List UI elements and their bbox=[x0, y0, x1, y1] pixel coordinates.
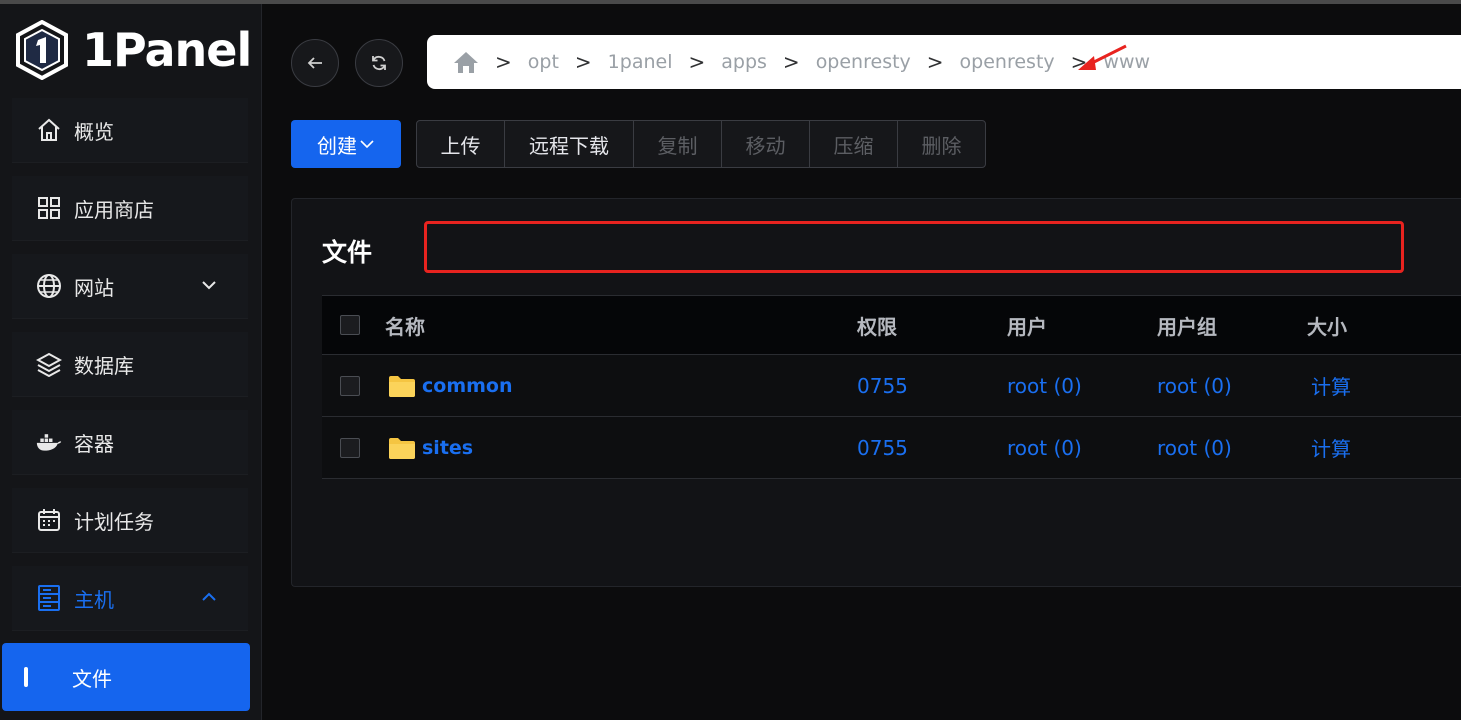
calc-size-link[interactable]: 计算 bbox=[1311, 417, 1351, 478]
col-group-header: 用户组 bbox=[1157, 314, 1217, 339]
folder-icon bbox=[389, 437, 415, 459]
file-name-link[interactable]: common bbox=[422, 375, 513, 397]
create-dropdown-button[interactable]: 创建 bbox=[291, 120, 401, 168]
group-link[interactable]: root (0) bbox=[1157, 417, 1232, 478]
refresh-icon bbox=[372, 55, 386, 71]
breadcrumb-item[interactable]: opt bbox=[528, 51, 559, 73]
breadcrumb-separator: > bbox=[926, 50, 944, 74]
compress-button[interactable]: 压缩 bbox=[810, 121, 898, 167]
sidebar-item-container[interactable]: 容器 bbox=[12, 410, 248, 475]
file-action-group: 上传 远程下载 复制 移动 压缩 删除 bbox=[416, 120, 986, 168]
file-list-card: 文件 名称 权限 用户 用户组 大小 common 0755 root (0) … bbox=[291, 198, 1461, 587]
select-all-cell bbox=[340, 296, 360, 354]
copy-button[interactable]: 复制 bbox=[634, 121, 722, 167]
select-all-checkbox[interactable] bbox=[340, 315, 360, 335]
table-header: 名称 权限 用户 用户组 大小 bbox=[322, 295, 1461, 355]
breadcrumb-separator: > bbox=[495, 50, 512, 74]
chevron-up-icon bbox=[202, 592, 216, 601]
col-size-header: 大小 bbox=[1307, 314, 1347, 339]
1panel-logo-icon bbox=[16, 20, 68, 80]
sidebar-item-label: 计划任务 bbox=[74, 509, 154, 534]
user-link[interactable]: root (0) bbox=[1007, 355, 1082, 416]
breadcrumb-item[interactable]: 1panel bbox=[608, 51, 673, 73]
breadcrumb-separator: > bbox=[782, 50, 800, 74]
row-checkbox[interactable] bbox=[340, 437, 360, 458]
col-perm-header: 权限 bbox=[857, 314, 897, 339]
sidebar-item-cron[interactable]: 计划任务 bbox=[12, 488, 248, 553]
row-select-cell bbox=[340, 355, 360, 416]
calendar-icon bbox=[36, 507, 62, 533]
logo-text: 1Panel bbox=[82, 23, 252, 77]
folder-icon bbox=[389, 375, 415, 397]
move-button[interactable]: 移动 bbox=[722, 121, 810, 167]
remote-download-button[interactable]: 远程下载 bbox=[505, 121, 634, 167]
sidebar-item-label: 数据库 bbox=[74, 353, 134, 378]
sidebar-item-host[interactable]: 主机 bbox=[12, 566, 248, 631]
sidebar-item-label: 文件 bbox=[72, 666, 112, 691]
page-title: 文件 bbox=[322, 238, 373, 267]
col-name-header[interactable]: 名称 bbox=[385, 296, 425, 354]
name-cell: sites bbox=[388, 417, 473, 478]
chevron-down-icon bbox=[360, 140, 374, 149]
breadcrumb-item[interactable]: openresty bbox=[816, 51, 911, 73]
sidebar-item-app-store[interactable]: 应用商店 bbox=[12, 176, 248, 241]
docker-icon bbox=[36, 429, 62, 455]
annotation-highlight-box bbox=[424, 221, 1404, 273]
breadcrumb-separator: > bbox=[688, 50, 706, 74]
server-icon bbox=[36, 585, 62, 611]
home-icon bbox=[36, 117, 62, 143]
sidebar-item-label: 主机 bbox=[74, 587, 114, 612]
breadcrumb-item[interactable]: apps bbox=[721, 51, 767, 73]
row-select-cell bbox=[340, 417, 360, 478]
sidebar-item-label: 容器 bbox=[74, 431, 114, 456]
table-row: sites 0755 root (0) root (0) 计算 bbox=[322, 417, 1461, 479]
breadcrumb: > opt > 1panel > apps > openresty > open… bbox=[427, 35, 1461, 89]
permission-link[interactable]: 0755 bbox=[857, 417, 908, 478]
name-cell: common bbox=[388, 355, 513, 416]
row-checkbox[interactable] bbox=[340, 375, 360, 396]
chevron-down-icon bbox=[202, 281, 216, 290]
grid-icon bbox=[36, 195, 62, 221]
home-icon[interactable] bbox=[453, 50, 479, 74]
arrow-left-icon bbox=[307, 57, 322, 69]
app-logo[interactable]: 1Panel bbox=[16, 20, 252, 80]
user-link[interactable]: root (0) bbox=[1007, 417, 1082, 478]
back-button[interactable] bbox=[291, 39, 339, 87]
permission-link[interactable]: 0755 bbox=[857, 355, 908, 416]
breadcrumb-separator: > bbox=[574, 50, 592, 74]
selected-indicator bbox=[24, 667, 28, 687]
sidebar-item-label: 网站 bbox=[74, 275, 114, 300]
sidebar-item-label: 概览 bbox=[74, 119, 114, 144]
sidebar-item-website[interactable]: 网站 bbox=[12, 254, 248, 319]
calc-size-link[interactable]: 计算 bbox=[1311, 355, 1351, 416]
layers-icon bbox=[36, 351, 62, 377]
file-table: 名称 权限 用户 用户组 大小 common 0755 root (0) roo… bbox=[322, 295, 1461, 479]
refresh-button[interactable] bbox=[355, 39, 403, 87]
group-link[interactable]: root (0) bbox=[1157, 355, 1232, 416]
sidebar-item-files[interactable]: 文件 bbox=[2, 643, 250, 711]
annotation-arrow-icon bbox=[1078, 44, 1127, 70]
file-name-link[interactable]: sites bbox=[422, 437, 473, 459]
table-row: common 0755 root (0) root (0) 计算 bbox=[322, 355, 1461, 417]
sidebar-item-overview[interactable]: 概览 bbox=[12, 98, 248, 163]
upload-button[interactable]: 上传 bbox=[417, 121, 505, 167]
delete-button[interactable]: 删除 bbox=[898, 121, 985, 167]
sidebar-item-label: 应用商店 bbox=[74, 197, 154, 222]
sidebar-item-database[interactable]: 数据库 bbox=[12, 332, 248, 397]
breadcrumb-item[interactable]: openresty bbox=[960, 51, 1055, 73]
col-user-header: 用户 bbox=[1007, 314, 1047, 339]
create-label: 创建 bbox=[317, 133, 357, 158]
globe-icon bbox=[36, 273, 62, 299]
